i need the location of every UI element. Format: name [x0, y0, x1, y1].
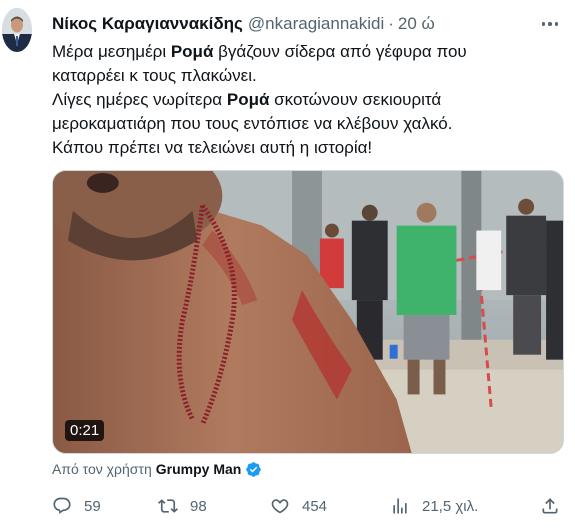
- tweet-header: Νίκος Καραγιαννακίδης @nkaragiannakidi ·…: [52, 12, 565, 36]
- author-handle[interactable]: @nkaragiannakidi: [248, 14, 384, 34]
- author-name[interactable]: Νίκος Καραγιαννακίδης: [52, 14, 243, 34]
- views-count: 21,5 χιλ.: [422, 497, 479, 515]
- video-frame: [53, 171, 563, 453]
- tweet-line: μεροκαματιάρη που τους εντόπισε να κλέβο…: [52, 114, 453, 133]
- tweet-line: Κάπου πρέπει να τελειώνει αυτή η ιστορία…: [52, 138, 373, 157]
- tweet-line: Λίγες ημέρες νωρίτερα Ρομά σκοτώνουν σεκ…: [52, 90, 442, 109]
- like-count: 454: [302, 497, 328, 515]
- tweet-text: Μέρα μεσημέρι Ρομά βγάζουν σίδερα από γέ…: [52, 40, 562, 160]
- retweet-button[interactable]: 98: [158, 492, 207, 520]
- tweet-actions: 59 98 454 21,5 χιλ.: [52, 492, 564, 520]
- tweet-line: καταρρέει κ τους πλακώνει.: [52, 66, 257, 85]
- verified-badge-icon: [246, 461, 262, 477]
- separator-dot: ·: [388, 14, 394, 33]
- more-options-icon[interactable]: [539, 14, 561, 34]
- attribution-user[interactable]: Grumpy Man: [156, 461, 242, 477]
- tweet-timestamp[interactable]: 20 ώ: [398, 14, 435, 34]
- media-attribution: Από τον χρήστη Grumpy Man: [52, 458, 262, 480]
- highlight-word: Ρομά: [226, 90, 270, 109]
- attribution-prefix: Από τον χρήστη: [52, 461, 152, 477]
- share-icon: [542, 498, 558, 514]
- retweet-count: 98: [190, 497, 207, 515]
- reply-count: 59: [84, 497, 101, 515]
- avatar-image: [2, 8, 32, 52]
- highlight-word: Ρομά: [170, 42, 214, 61]
- reply-button[interactable]: 59: [52, 492, 101, 520]
- views-chart-icon: [393, 498, 407, 514]
- retweet-icon: [158, 499, 178, 513]
- like-button[interactable]: 454: [270, 492, 327, 520]
- views-button[interactable]: 21,5 χιλ.: [390, 492, 478, 520]
- heart-icon: [271, 499, 289, 514]
- share-button[interactable]: [540, 492, 560, 520]
- tweet-line: Μέρα μεσημέρι Ρομά βγάζουν σίδερα από γέ…: [52, 42, 467, 61]
- author-avatar[interactable]: [2, 8, 32, 52]
- video-duration-badge: 0:21: [65, 420, 105, 441]
- reply-icon: [53, 497, 71, 514]
- video-player[interactable]: 0:21: [52, 170, 564, 454]
